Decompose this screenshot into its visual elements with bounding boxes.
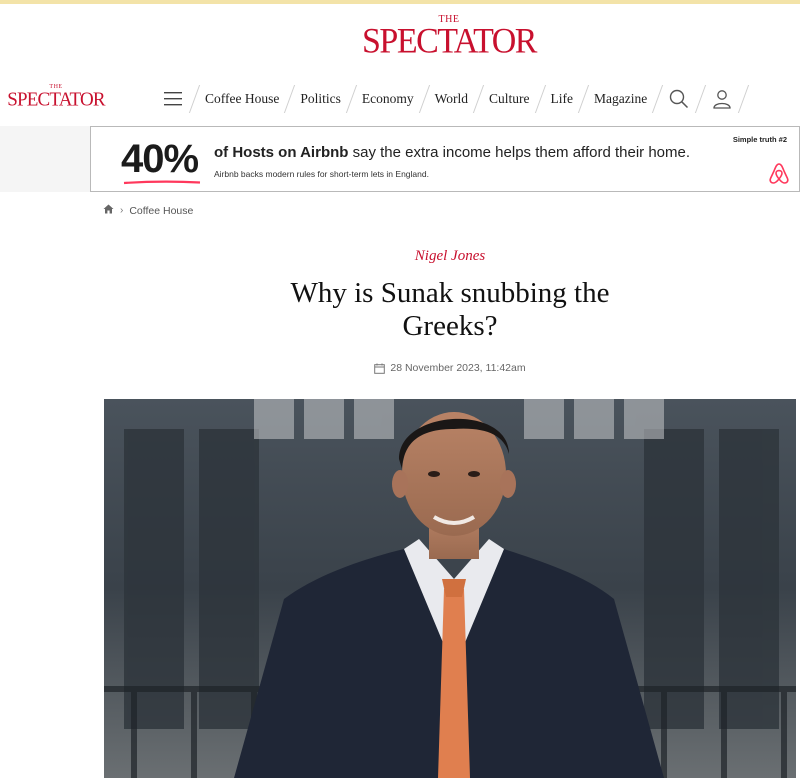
ad-headline-bold: of Hosts on Airbnb xyxy=(214,144,349,161)
calendar-icon xyxy=(374,363,386,374)
ad-headline: of Hosts on Airbnb say the extra income … xyxy=(214,144,690,161)
nav-item-culture[interactable]: Culture xyxy=(489,76,530,122)
nav-item-life[interactable]: Life xyxy=(551,76,574,122)
nav-divider xyxy=(577,85,590,113)
nav-divider xyxy=(695,85,707,113)
airbnb-icon xyxy=(767,161,791,185)
ad-headline-rest: say the extra income helps them afford t… xyxy=(348,144,691,161)
navbar: THE SPECTATOR Coffee House Politics Econ… xyxy=(0,76,800,122)
search-icon[interactable] xyxy=(668,88,690,110)
nav-item-economy[interactable]: Economy xyxy=(362,76,414,122)
chevron-right-icon: › xyxy=(120,205,124,216)
nav-item-politics[interactable]: Politics xyxy=(300,76,341,122)
ad-percent: 40% xyxy=(121,137,199,181)
nav-item-magazine[interactable]: Magazine xyxy=(594,76,647,122)
spectator-logo[interactable]: THE SPECTATOR xyxy=(357,14,541,62)
article-date: 28 November 2023, 11:42am xyxy=(0,362,800,374)
article-author[interactable]: Nigel Jones xyxy=(0,248,800,265)
spectator-logo-small[interactable]: THE SPECTATOR xyxy=(4,84,108,112)
ad-subtext: Airbnb backs modern rules for short-term… xyxy=(214,169,429,179)
nav-divider xyxy=(738,85,750,113)
ad-gutter xyxy=(0,126,90,192)
home-icon[interactable] xyxy=(103,204,114,217)
ad-banner[interactable]: 40% of Hosts on Airbnb say the extra inc… xyxy=(90,126,800,192)
nav-divider xyxy=(652,85,664,113)
user-icon[interactable] xyxy=(711,88,733,110)
nav-divider xyxy=(345,85,357,113)
breadcrumb: › Coffee House xyxy=(103,204,193,217)
ad-underline xyxy=(123,180,201,185)
nav-divider xyxy=(472,85,485,113)
top-strip xyxy=(0,0,800,4)
article-title: Why is Sunak snubbing the Greeks? xyxy=(290,277,610,342)
logo-small-wordmark: SPECTATOR xyxy=(7,88,105,111)
hero-image xyxy=(104,399,796,778)
main-nav: Coffee House Politics Economy World Cult… xyxy=(162,76,754,122)
article-date-text: 28 November 2023, 11:42am xyxy=(390,362,526,374)
nav-divider xyxy=(188,85,201,113)
breadcrumb-section[interactable]: Coffee House xyxy=(129,205,193,217)
nav-divider xyxy=(418,85,430,113)
nav-divider xyxy=(534,85,546,113)
nav-item-coffee-house[interactable]: Coffee House xyxy=(205,76,279,122)
logo-wordmark: SPECTATOR xyxy=(362,22,537,61)
ad-tag: Simple truth #2 xyxy=(732,135,787,144)
masthead: THE SPECTATOR xyxy=(0,6,800,66)
menu-icon[interactable] xyxy=(162,88,184,110)
nav-item-world[interactable]: World xyxy=(435,76,468,122)
nav-divider xyxy=(284,85,296,113)
